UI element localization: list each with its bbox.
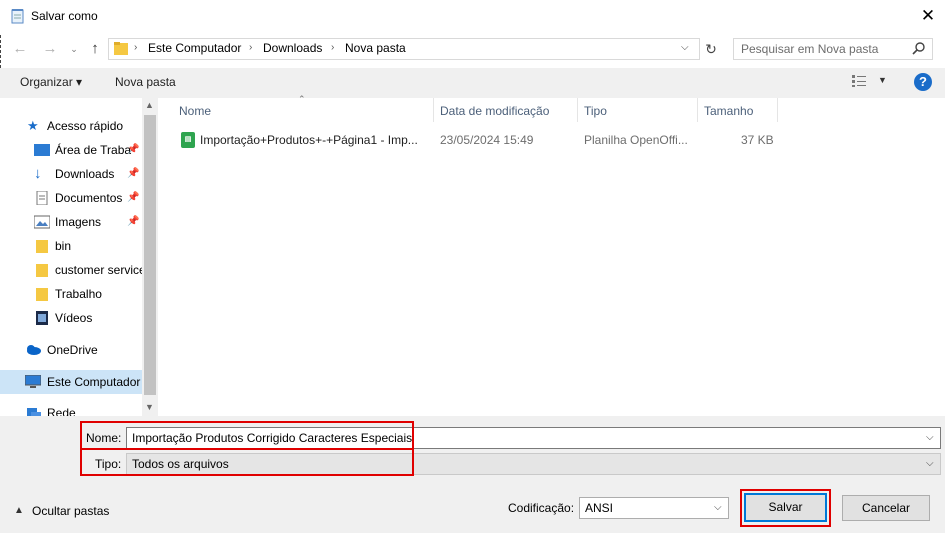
file-name[interactable]: Importação+Produtos+-+Página1 - Imp... [200,133,418,147]
column-divider[interactable] [777,98,778,122]
save-button[interactable]: Salvar [744,493,827,522]
nav-item-videos[interactable]: Vídeos [0,307,142,329]
breadcrumb-downloads[interactable]: Downloads [263,41,322,55]
search-placeholder: Pesquisar em Nova pasta [741,42,879,56]
chevron-down-icon[interactable]: ⌵ [926,432,934,443]
column-header-nome[interactable]: Nome [179,104,211,118]
cloud-icon [27,345,41,355]
nav-item-acesso-rapido[interactable]: ★ Acesso rápido [0,115,142,137]
back-arrow-icon[interactable]: ← [10,38,30,60]
chevron-down-icon[interactable]: ⌵ [926,458,934,469]
nav-scrollbar-thumb[interactable] [144,115,156,395]
video-icon [36,311,48,325]
help-icon[interactable]: ? [914,73,932,91]
column-header-tipo[interactable]: Tipo [584,104,607,118]
nav-item-customer-service[interactable]: customer service [0,259,142,281]
sort-ascending-icon: ⌃ [298,94,306,104]
folder-icon [36,264,48,277]
folder-icon [36,240,48,253]
column-divider[interactable] [433,98,434,122]
refresh-icon[interactable]: ↻ [702,38,720,60]
nav-item-downloads[interactable]: ↓ Downloads 📌 [0,163,142,185]
breadcrumb-separator-icon: › [134,42,138,53]
chevron-up-icon[interactable]: ▲ [14,505,24,516]
new-folder-button[interactable]: Nova pasta [115,75,176,89]
pin-icon: 📌 [127,192,140,203]
star-icon: ★ [27,118,39,133]
forward-arrow-icon[interactable]: → [40,38,60,60]
breadcrumb-nova-pasta[interactable]: Nova pasta [345,41,406,55]
cancel-button[interactable]: Cancelar [842,495,930,521]
breadcrumb-separator-icon: › [249,42,253,53]
computer-icon [25,375,41,388]
encoding-value: ANSI [585,501,614,515]
nav-item-este-computador[interactable]: Este Computador [0,371,142,393]
chevron-down-icon[interactable]: ⌵ [681,42,689,53]
nav-item-onedrive[interactable]: OneDrive [0,339,142,361]
nav-item-imagens[interactable]: Imagens 📌 [0,211,142,233]
chevron-down-icon[interactable]: ▼ [878,75,887,85]
organize-menu[interactable]: Organizar ▾ [20,75,82,89]
folder-icon [36,288,48,301]
pin-icon: 📌 [127,216,140,227]
notepad-icon [11,9,24,24]
history-dropdown-icon[interactable]: ⌄ [64,38,84,60]
column-divider[interactable] [697,98,698,122]
nav-item-documentos[interactable]: Documentos 📌 [0,187,142,209]
up-arrow-icon[interactable]: ↑ [85,38,105,60]
encoding-label: Codificação: [508,501,575,515]
nav-item-trabalho[interactable]: Trabalho [0,283,142,305]
file-modified: 23/05/2024 15:49 [440,133,534,147]
download-icon: ↓ [34,165,42,182]
folder-icon [114,42,128,55]
hide-folders-button[interactable]: Ocultar pastas [32,504,109,518]
close-button[interactable]: ✕ [915,5,941,29]
document-icon [36,191,48,205]
view-options-icon[interactable] [851,74,867,88]
desktop-icon [34,144,50,156]
chevron-down-icon[interactable]: ▼ [145,402,154,412]
file-type: Planilha OpenOffi... [584,133,688,147]
highlight-box-tipo [80,448,414,476]
image-icon [34,215,50,229]
chevron-down-icon[interactable]: ⌵ [714,502,722,513]
column-divider[interactable] [577,98,578,122]
title-bar [0,0,945,34]
chevron-up-icon[interactable]: ▲ [145,100,154,110]
column-header-tamanho[interactable]: Tamanho [704,104,753,118]
breadcrumb-este-computador[interactable]: Este Computador [148,41,241,55]
nav-item-area-de-trabalho[interactable]: Área de Traba 📌 [0,139,142,161]
nav-item-bin[interactable]: bin [0,235,142,257]
highlight-box-nome [80,421,414,450]
window-title: Salvar como [31,9,98,23]
file-size: 37 KB [741,133,774,147]
spreadsheet-icon: ▤ [181,132,195,148]
pin-icon: 📌 [127,168,140,179]
breadcrumb-separator-icon: › [331,42,335,53]
pin-icon: 📌 [127,144,140,155]
column-header-data[interactable]: Data de modificação [440,104,549,118]
search-icon[interactable] [911,41,927,57]
